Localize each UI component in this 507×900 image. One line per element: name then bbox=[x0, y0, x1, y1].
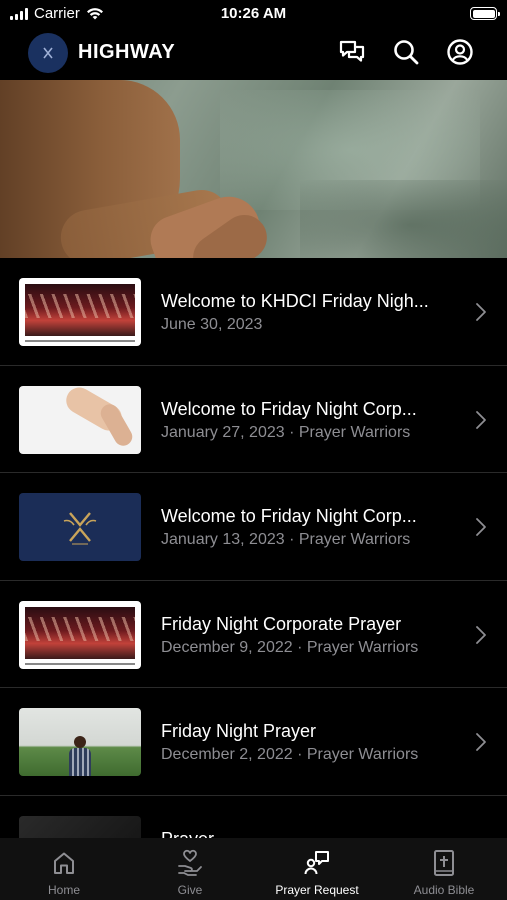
list-item[interactable]: Friday Night Corporate Prayer December 9… bbox=[0, 581, 507, 688]
tab-prayer-request[interactable]: Prayer Request bbox=[254, 838, 380, 900]
tab-give[interactable]: Give bbox=[127, 838, 253, 900]
chat-icon bbox=[339, 40, 365, 62]
app-title: HIGHWAY bbox=[78, 41, 176, 63]
item-title: Welcome to Friday Night Corp... bbox=[161, 398, 417, 419]
content-list: Welcome to KHDCI Friday Nigh... June 30,… bbox=[0, 258, 507, 900]
chevron-right-icon bbox=[476, 625, 486, 644]
clock: 10:26 AM bbox=[220, 5, 287, 22]
item-subtitle: December 2, 2022 · Prayer Warriors bbox=[161, 746, 419, 763]
profile-button[interactable] bbox=[445, 37, 475, 67]
search-button[interactable] bbox=[391, 37, 421, 67]
item-title: Friday Night Prayer bbox=[161, 721, 317, 741]
item-title: Friday Night Corporate Prayer bbox=[161, 613, 402, 634]
tab-label: Home bbox=[47, 883, 80, 897]
tab-home[interactable]: Home bbox=[1, 838, 127, 900]
item-title: Welcome to Friday Night Corp... bbox=[161, 506, 417, 526]
chevron-right-icon bbox=[476, 518, 486, 536]
item-thumbnail bbox=[19, 493, 141, 561]
tab-bar: Home Give Prayer Request Audio Bible bbox=[0, 838, 507, 900]
tab-label: Audio Bible bbox=[413, 883, 475, 897]
tab-audio-bible[interactable]: Audio Bible bbox=[381, 838, 507, 900]
bible-icon bbox=[429, 848, 459, 878]
chevron-right-icon bbox=[476, 303, 486, 321]
item-subtitle: December 9, 2022 · Prayer Warriors bbox=[161, 638, 419, 656]
app-logo[interactable] bbox=[28, 33, 68, 73]
search-icon bbox=[394, 40, 419, 65]
item-subtitle: January 13, 2023 · Prayer Warriors bbox=[161, 531, 411, 548]
crest-logo-icon bbox=[63, 512, 97, 545]
list-item[interactable]: Welcome to KHDCI Friday Nigh... June 30,… bbox=[0, 258, 507, 366]
give-icon bbox=[175, 848, 205, 878]
item-thumbnail bbox=[19, 385, 141, 454]
profile-icon bbox=[447, 39, 473, 65]
chevron-right-icon bbox=[476, 733, 486, 751]
tab-label: Give bbox=[177, 883, 203, 897]
tab-label: Prayer Request bbox=[275, 883, 359, 897]
item-thumbnail bbox=[19, 600, 141, 669]
item-subtitle: January 27, 2023 · Prayer Warriors bbox=[161, 423, 411, 441]
item-thumbnail bbox=[19, 278, 141, 346]
messages-button[interactable] bbox=[337, 37, 367, 67]
status-bar: Carrier 10:26 AM bbox=[0, 0, 507, 30]
home-icon bbox=[49, 848, 79, 878]
list-item[interactable]: Friday Night Prayer December 2, 2022 · P… bbox=[0, 688, 507, 796]
app-header: HIGHWAY bbox=[0, 30, 507, 78]
chevron-right-icon bbox=[476, 410, 486, 429]
item-thumbnail bbox=[19, 708, 141, 776]
battery-icon bbox=[470, 7, 500, 20]
item-subtitle: June 30, 2023 bbox=[161, 316, 263, 333]
prayer-request-icon bbox=[302, 848, 332, 878]
list-item[interactable]: Welcome to Friday Night Corp... January … bbox=[0, 366, 507, 473]
list-item[interactable]: Welcome to Friday Night Corp... January … bbox=[0, 473, 507, 581]
logo-icon bbox=[43, 47, 53, 59]
item-title: Welcome to KHDCI Friday Nigh... bbox=[161, 291, 429, 311]
hero-image bbox=[0, 80, 507, 258]
